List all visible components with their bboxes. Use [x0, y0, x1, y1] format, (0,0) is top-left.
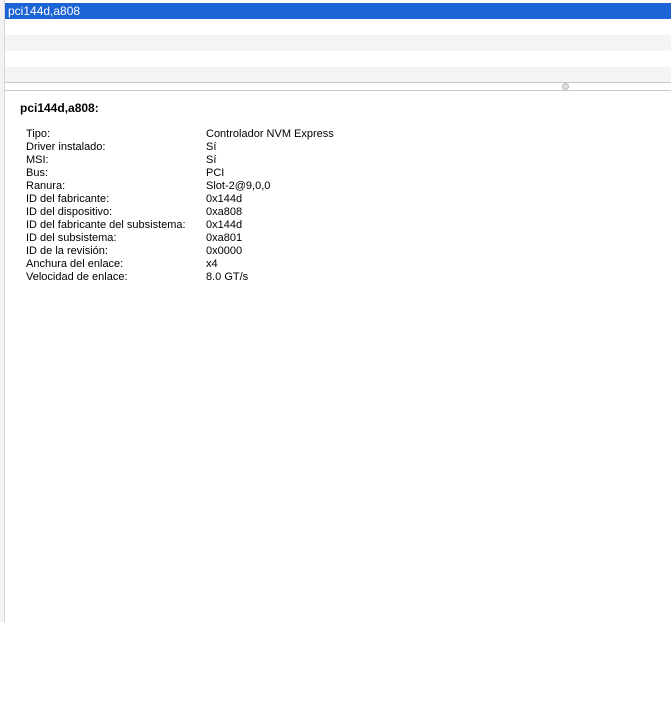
property-value: Controlador NVM Express	[206, 128, 334, 140]
property-row: ID del fabricante: 0x144d	[26, 193, 334, 206]
property-key: Ranura:	[26, 180, 66, 192]
property-row: ID de la revisión: 0x0000	[26, 245, 334, 258]
property-row: Velocidad de enlace: 8.0 GT/s	[26, 271, 334, 284]
list-item-selected[interactable]: pci144d,a808	[5, 3, 671, 19]
property-key: Anchura del enlace:	[26, 258, 124, 270]
property-value: x4	[206, 258, 218, 270]
property-key: ID del dispositivo:	[26, 206, 113, 218]
property-value: 0xa801	[206, 232, 243, 244]
properties-list: Tipo: Controlador NVM Express Driver inst…	[26, 128, 334, 284]
property-value: 0x144d	[206, 219, 243, 231]
list-row-empty	[5, 51, 671, 67]
property-row: ID del dispositivo: 0xa808	[26, 206, 334, 219]
property-row: Anchura del enlace: x4	[26, 258, 334, 271]
property-value: Sí	[206, 154, 217, 166]
list-row-empty	[5, 67, 671, 83]
property-row: ID del fabricante del subsistema: 0x144d	[26, 219, 334, 232]
property-row: MSI: Sí	[26, 154, 334, 167]
property-key: ID del fabricante del subsistema:	[26, 219, 186, 231]
property-key: Velocidad de enlace:	[26, 271, 128, 283]
detail-title: pci144d,a808:	[20, 101, 99, 115]
list-row-empty	[5, 19, 671, 35]
property-key: Driver instalado:	[26, 141, 106, 153]
property-key: ID del fabricante:	[26, 193, 110, 205]
property-row: Ranura: Slot-2@9,0,0	[26, 180, 334, 193]
system-information-window: pci144d,a808 pci144d,a808: Tipo: Controla…	[0, 0, 671, 701]
property-value: 8.0 GT/s	[206, 271, 249, 283]
property-row: Tipo: Controlador NVM Express	[26, 128, 334, 141]
property-key: ID de la revisión:	[26, 245, 108, 257]
property-value: Sí	[206, 141, 217, 153]
property-value: Slot-2@9,0,0	[206, 180, 271, 192]
property-value: 0x0000	[206, 245, 243, 257]
property-key: MSI:	[26, 154, 49, 166]
device-list[interactable]: pci144d,a808	[5, 0, 671, 83]
property-value: 0xa808	[206, 206, 243, 218]
property-key: Tipo:	[26, 128, 51, 140]
property-row: Driver instalado: Sí	[26, 141, 334, 154]
property-key: ID del subsistema:	[26, 232, 117, 244]
property-value: 0x144d	[206, 193, 243, 205]
property-row: Bus: PCI	[26, 167, 334, 180]
property-value: PCI	[206, 167, 225, 179]
detail-pane: pci144d,a808: Tipo: Controlador NVM Expre…	[5, 91, 671, 701]
list-row-empty	[5, 35, 671, 51]
splitter-handle-icon[interactable]	[562, 83, 569, 90]
property-key: Bus:	[26, 167, 49, 179]
pane-splitter[interactable]	[5, 82, 671, 91]
property-row: ID del subsistema: 0xa801	[26, 232, 334, 245]
